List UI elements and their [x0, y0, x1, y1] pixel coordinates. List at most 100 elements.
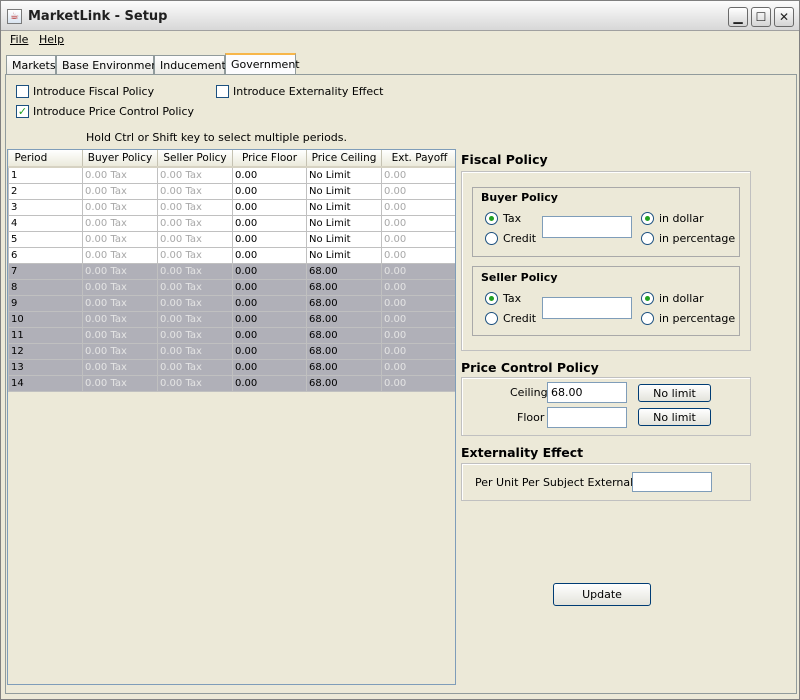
- cell-buyer-policy: 0.00 Tax: [82, 310, 158, 328]
- cell-buyer-policy: 0.00 Tax: [82, 166, 158, 184]
- seller-in-percentage-radio[interactable]: in percentage: [641, 312, 735, 325]
- buyer-in-dollar-radio[interactable]: in dollar: [641, 212, 704, 225]
- ceiling-label: Ceiling: [510, 386, 548, 399]
- buyer-tax-radio[interactable]: Tax: [485, 212, 521, 225]
- cell-buyer-policy: 0.00 Tax: [82, 326, 158, 344]
- col-header-price-ceiling[interactable]: Price Ceiling: [306, 150, 382, 168]
- cell-price-floor: 0.00: [232, 230, 307, 248]
- table-row-selected[interactable]: 11 0.00 Tax 0.00 Tax 0.00 68.00 0.00: [8, 326, 455, 344]
- table-row[interactable]: 2 0.00 Tax 0.00 Tax 0.00 No Limit 0.00: [8, 182, 455, 200]
- table-row-selected[interactable]: 10 0.00 Tax 0.00 Tax 0.00 68.00 0.00: [8, 310, 455, 328]
- cell-price-ceiling: No Limit: [306, 214, 382, 232]
- col-header-buyer-policy[interactable]: Buyer Policy: [82, 150, 158, 168]
- ceiling-no-limit-button[interactable]: No limit: [638, 384, 711, 402]
- cell-price-ceiling: No Limit: [306, 182, 382, 200]
- setup-window: ☕ MarketLink - Setup ▁ ☐ ✕ File Help Mar…: [0, 0, 800, 700]
- table-row[interactable]: 4 0.00 Tax 0.00 Tax 0.00 No Limit 0.00: [8, 214, 455, 232]
- table-row[interactable]: 3 0.00 Tax 0.00 Tax 0.00 No Limit 0.00: [8, 198, 455, 216]
- period-table[interactable]: Period Buyer Policy Seller Policy Price …: [7, 149, 456, 685]
- menu-file[interactable]: File: [10, 33, 28, 46]
- externality-field-label: Per Unit Per Subject Externality: [475, 476, 648, 489]
- cell-price-floor: 0.00: [232, 310, 307, 328]
- checkmark-icon: ✓: [16, 105, 29, 118]
- cell-price-ceiling: No Limit: [306, 230, 382, 248]
- externality-title: Externality Effect: [461, 445, 584, 460]
- maximize-button[interactable]: ☐: [751, 7, 771, 27]
- tab-base-environment[interactable]: Base Environment: [56, 55, 163, 74]
- cell-buyer-policy: 0.00 Tax: [82, 278, 158, 296]
- cell-price-floor: 0.00: [232, 262, 307, 280]
- seller-credit-radio[interactable]: Credit: [485, 312, 536, 325]
- externality-label: Introduce Externality Effect: [233, 85, 384, 98]
- externality-input[interactable]: [632, 472, 712, 492]
- cell-seller-policy: 0.00 Tax: [157, 214, 233, 232]
- buyer-in-dollar-label: in dollar: [659, 212, 704, 225]
- cell-buyer-policy: 0.00 Tax: [82, 214, 158, 232]
- buyer-in-percentage-label: in percentage: [659, 232, 736, 245]
- cell-period: 2: [8, 182, 83, 200]
- buyer-credit-radio[interactable]: Credit: [485, 232, 536, 245]
- cell-price-floor: 0.00: [232, 326, 307, 344]
- table-row[interactable]: 6 0.00 Tax 0.00 Tax 0.00 No Limit 0.00: [8, 246, 455, 264]
- cell-ext-payoff: 0.00: [381, 230, 455, 248]
- ceiling-input[interactable]: [547, 382, 627, 403]
- cell-ext-payoff: 0.00: [381, 310, 455, 328]
- table-row-selected[interactable]: 14 0.00 Tax 0.00 Tax 0.00 68.00 0.00: [8, 374, 455, 392]
- externality-checkbox[interactable]: Introduce Externality Effect: [216, 85, 383, 98]
- price-control-label: Introduce Price Control Policy: [33, 105, 195, 118]
- cell-ext-payoff: 0.00: [381, 358, 455, 376]
- cell-seller-policy: 0.00 Tax: [157, 278, 233, 296]
- radio-selected-icon: [641, 212, 654, 225]
- cell-price-floor: 0.00: [232, 246, 307, 264]
- seller-in-percentage-label: in percentage: [659, 312, 736, 325]
- cell-seller-policy: 0.00 Tax: [157, 310, 233, 328]
- update-button[interactable]: Update: [553, 583, 651, 606]
- seller-tax-label: Tax: [503, 292, 522, 305]
- table-row[interactable]: 1 0.00 Tax 0.00 Tax 0.00 No Limit 0.00: [8, 166, 455, 184]
- cell-price-floor: 0.00: [232, 278, 307, 296]
- seller-tax-radio[interactable]: Tax: [485, 292, 521, 305]
- cell-buyer-policy: 0.00 Tax: [82, 262, 158, 280]
- checkbox-box: [216, 85, 229, 98]
- seller-in-dollar-radio[interactable]: in dollar: [641, 292, 704, 305]
- cell-price-ceiling: 68.00: [306, 342, 382, 360]
- buyer-amount-input[interactable]: [542, 216, 632, 238]
- price-control-checkbox[interactable]: ✓ Introduce Price Control Policy: [16, 105, 194, 118]
- table-row-selected[interactable]: 12 0.00 Tax 0.00 Tax 0.00 68.00 0.00: [8, 342, 455, 360]
- cell-price-floor: 0.00: [232, 358, 307, 376]
- col-header-price-floor[interactable]: Price Floor: [232, 150, 307, 168]
- menu-help[interactable]: Help: [39, 33, 64, 46]
- cell-ext-payoff: 0.00: [381, 262, 455, 280]
- table-row-selected[interactable]: 13 0.00 Tax 0.00 Tax 0.00 68.00 0.00: [8, 358, 455, 376]
- cell-buyer-policy: 0.00 Tax: [82, 230, 158, 248]
- col-header-seller-policy[interactable]: Seller Policy: [157, 150, 233, 168]
- price-control-title: Price Control Policy: [461, 360, 599, 375]
- fiscal-policy-title: Fiscal Policy: [461, 152, 548, 167]
- title-bar[interactable]: ☕ MarketLink - Setup ▁ ☐ ✕: [1, 1, 799, 31]
- buyer-tax-label: Tax: [503, 212, 522, 225]
- cell-ext-payoff: 0.00: [381, 342, 455, 360]
- cell-period: 11: [8, 326, 83, 344]
- buyer-in-percentage-radio[interactable]: in percentage: [641, 232, 735, 245]
- table-row-selected[interactable]: 7 0.00 Tax 0.00 Tax 0.00 68.00 0.00: [8, 262, 455, 280]
- floor-no-limit-button[interactable]: No limit: [638, 408, 711, 426]
- col-header-ext-payoff[interactable]: Ext. Payoff: [381, 150, 455, 168]
- cell-seller-policy: 0.00 Tax: [157, 374, 233, 392]
- cell-period: 13: [8, 358, 83, 376]
- tab-government[interactable]: Government: [225, 53, 300, 75]
- floor-input[interactable]: [547, 407, 627, 428]
- table-row-selected[interactable]: 8 0.00 Tax 0.00 Tax 0.00 68.00 0.00: [8, 278, 455, 296]
- tab-markets[interactable]: Markets: [6, 55, 56, 74]
- fiscal-policy-checkbox[interactable]: Introduce Fiscal Policy: [16, 85, 154, 98]
- table-row[interactable]: 5 0.00 Tax 0.00 Tax 0.00 No Limit 0.00: [8, 230, 455, 248]
- tab-inducements[interactable]: Inducements: [154, 55, 231, 74]
- table-row-selected[interactable]: 9 0.00 Tax 0.00 Tax 0.00 68.00 0.00: [8, 294, 455, 312]
- close-button[interactable]: ✕: [774, 7, 794, 27]
- minimize-button[interactable]: ▁: [728, 7, 748, 27]
- cell-price-ceiling: No Limit: [306, 166, 382, 184]
- cell-price-ceiling: 68.00: [306, 358, 382, 376]
- col-header-period[interactable]: Period: [8, 150, 83, 168]
- cell-period: 14: [8, 374, 83, 392]
- seller-amount-input[interactable]: [542, 297, 632, 319]
- cell-period: 4: [8, 214, 83, 232]
